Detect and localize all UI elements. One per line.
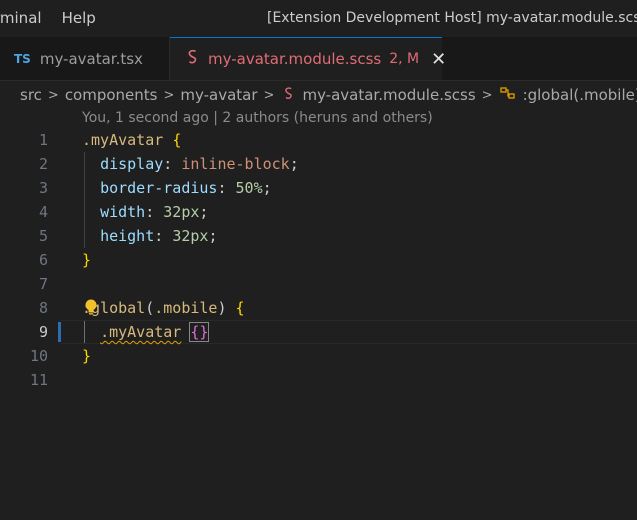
breadcrumb-symbol[interactable]: :global(.mobile): [520, 86, 637, 104]
token-value: inline-block: [181, 155, 290, 173]
code-line: 3 border-radius: 50%;: [0, 176, 637, 200]
line-content: .myAvatar {}: [82, 320, 210, 344]
token-brace: }: [82, 347, 92, 365]
line-number: 2: [38, 155, 48, 173]
chevron-right-icon: >: [263, 87, 275, 103]
line-content: border-radius: 50%;: [82, 176, 272, 200]
token-number: 32px: [172, 227, 209, 245]
menu-terminal[interactable]: rminal: [0, 0, 52, 36]
line-number: 5: [38, 227, 48, 245]
token-brace: {: [172, 131, 182, 149]
modified-line-indicator: [58, 322, 61, 342]
symbol-namespace-icon: [496, 86, 520, 104]
breadcrumb-file[interactable]: my-avatar.module.scss: [299, 86, 478, 104]
token-punct: (: [145, 299, 155, 317]
git-blame-codelens[interactable]: You, 1 second ago | 2 authors (heruns an…: [82, 110, 433, 126]
token-punct: ;: [199, 203, 209, 221]
scss-icon-graphic: [188, 49, 197, 64]
token-punct: :: [154, 227, 173, 245]
line-number: 1: [38, 131, 48, 149]
breadcrumb-src[interactable]: src: [17, 86, 45, 104]
chevron-right-icon: >: [481, 87, 493, 103]
code-line: 4 width: 32px;: [0, 200, 637, 224]
token-selector-warning: .myAvatar: [100, 323, 182, 341]
token-punct: :: [163, 155, 182, 173]
token-number: 32px: [163, 203, 200, 221]
line-number: 10: [29, 347, 48, 365]
token-punct: ;: [289, 155, 299, 173]
token-empty-braces: {}: [189, 322, 210, 342]
code-line: 11: [0, 368, 637, 392]
line-number: 3: [38, 179, 48, 197]
code-line: 8 :global(.mobile) {: [0, 296, 637, 320]
line-content: display: inline-block;: [82, 152, 299, 176]
code-line: 10 }: [0, 344, 637, 368]
scss-icon-graphic: [285, 86, 293, 99]
line-content: .myAvatar {: [82, 128, 181, 152]
breadcrumb-components[interactable]: components: [62, 86, 161, 104]
token-brace: {: [235, 299, 245, 317]
line-number: 4: [38, 203, 48, 221]
line-content: }: [82, 344, 91, 368]
code-line: 2 display: inline-block;: [0, 152, 637, 176]
menu-bar: rminal Help [Extension Development Host]…: [0, 0, 637, 36]
window-title: [Extension Development Host] my-avatar.m…: [267, 10, 637, 26]
line-content: height: 32px;: [82, 224, 217, 248]
token-punct: :: [217, 179, 236, 197]
token-punct: ): [217, 299, 227, 317]
chevron-right-icon: >: [163, 87, 175, 103]
line-number: 6: [38, 251, 48, 269]
code-line: 6 }: [0, 248, 637, 272]
code-editor[interactable]: 1 .myAvatar { 2 display: inline-block; 3…: [0, 128, 637, 392]
tab-label: my-avatar.module.scss: [208, 50, 382, 68]
code-line: 5 height: 32px;: [0, 224, 637, 248]
scss-icon: [277, 86, 299, 105]
tab-problems-status: 2, M: [389, 51, 420, 67]
code-line: 7: [0, 272, 637, 296]
line-number: 9: [38, 323, 48, 341]
breadcrumb: src > components > my-avatar > my-avatar…: [0, 82, 637, 108]
typescript-icon: TS: [14, 51, 31, 66]
menu-help[interactable]: Help: [52, 0, 106, 36]
line-number: 11: [29, 371, 48, 389]
token-number: 50%: [235, 179, 263, 197]
line-content: }: [82, 248, 91, 272]
line-content: width: 32px;: [82, 200, 208, 224]
tab-my-avatar-scss[interactable]: my-avatar.module.scss 2, M ✕: [170, 37, 446, 80]
tab-my-avatar-tsx[interactable]: TS my-avatar.tsx: [0, 37, 170, 80]
line-content: :global(.mobile) {: [82, 296, 245, 320]
token-punct: :: [145, 203, 164, 221]
line-number: 8: [38, 299, 48, 317]
chevron-right-icon: >: [47, 87, 59, 103]
breadcrumb-my-avatar[interactable]: my-avatar: [177, 86, 260, 104]
token-property: height: [100, 227, 155, 245]
token-property: border-radius: [100, 179, 218, 197]
token-selector: .myAvatar: [82, 131, 164, 149]
code-line: 1 .myAvatar {: [0, 128, 637, 152]
code-line-current: 9 .myAvatar {}: [0, 320, 637, 344]
tab-label: my-avatar.tsx: [39, 49, 143, 68]
lightbulb-icon-graphic: [85, 299, 97, 315]
token-brace: }: [82, 251, 92, 269]
token-punct: ;: [262, 179, 272, 197]
tab-bar: TS my-avatar.tsx my-avatar.module.scss 2…: [0, 37, 637, 81]
token-selector: .mobile: [154, 299, 218, 317]
token-property: width: [100, 203, 146, 221]
token-punct: ;: [208, 227, 218, 245]
symbol-icon-graphic: [499, 87, 515, 99]
scss-icon: [186, 49, 200, 69]
close-icon[interactable]: ✕: [431, 49, 446, 70]
lightbulb-icon[interactable]: [83, 298, 99, 320]
token-property: display: [100, 155, 164, 173]
line-number: 7: [38, 275, 48, 293]
